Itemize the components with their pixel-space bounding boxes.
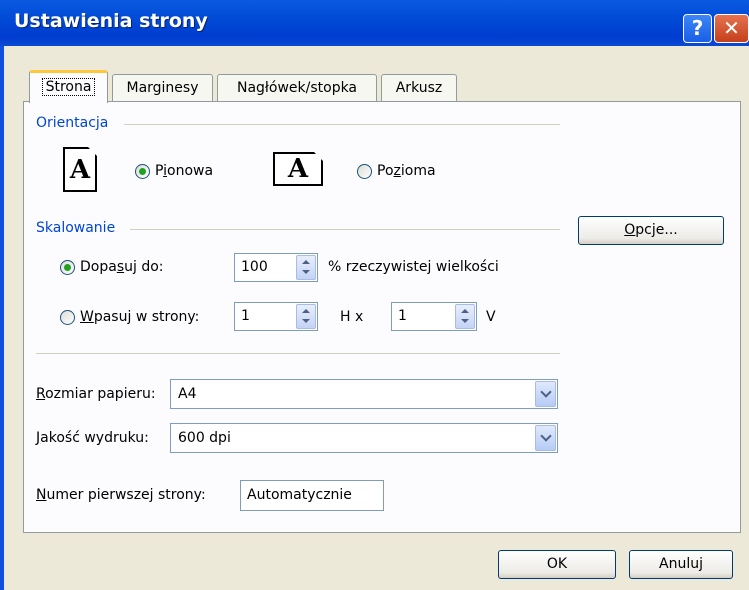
orientation-section-label: Orientacja: [36, 115, 109, 131]
pages-wide-value: 1: [241, 308, 250, 324]
portrait-page-icon: A: [63, 147, 97, 192]
pages-tall-suffix: V: [486, 309, 496, 325]
paper-size-value: A4: [178, 386, 197, 402]
fit-pages-label[interactable]: Wpasuj w strony:: [80, 309, 199, 325]
pages-wide-suffix: H x: [340, 309, 364, 325]
tab-label: Nagłówek/stopka: [236, 80, 358, 96]
spin-arrows-icon[interactable]: [296, 304, 316, 329]
paper-size-select[interactable]: A4: [170, 379, 558, 409]
pages-tall-stepper[interactable]: 1: [391, 302, 477, 331]
help-button[interactable]: ?: [683, 14, 712, 43]
landscape-page-icon: A: [273, 152, 323, 186]
print-quality-select[interactable]: 600 dpi: [170, 423, 558, 453]
close-button[interactable]: ✕: [714, 14, 749, 43]
chevron-down-icon[interactable]: [535, 425, 556, 451]
close-icon: ✕: [723, 16, 740, 40]
scaling-section-label: Skalowanie: [36, 220, 116, 236]
spin-arrows-icon[interactable]: [296, 255, 316, 280]
print-quality-value: 600 dpi: [178, 430, 231, 446]
help-icon: ?: [691, 16, 704, 40]
pages-wide-stepper[interactable]: 1: [234, 302, 318, 331]
orientation-divider: [124, 124, 560, 125]
landscape-label[interactable]: Pozioma: [377, 163, 436, 179]
tab-arkusz[interactable]: Arkusz: [381, 74, 457, 101]
tab-label: Marginesy: [126, 80, 199, 96]
fit-to-radio[interactable]: [60, 260, 75, 275]
window-frame-left: [0, 46, 4, 590]
first-page-number-label: Numer pierwszej strony:: [36, 487, 206, 503]
print-quality-label: Jakość wydruku:: [36, 430, 149, 446]
options-button[interactable]: Opcje...: [578, 216, 724, 245]
tab-marginesy[interactable]: Marginesy: [112, 74, 213, 101]
tab-strona[interactable]: Strona: [29, 70, 108, 103]
window-title: Ustawienia strony: [14, 10, 208, 32]
tab-label: Arkusz: [395, 80, 443, 96]
fit-to-label[interactable]: Dopasuj do:: [80, 259, 164, 275]
scaling-divider: [130, 229, 560, 230]
fit-pages-radio[interactable]: [60, 310, 75, 325]
fit-to-percent-value: 100: [241, 259, 268, 275]
landscape-radio[interactable]: [357, 164, 372, 179]
cancel-button[interactable]: Anuluj: [629, 550, 733, 579]
first-page-number-value: Automatycznie: [247, 487, 352, 503]
fit-to-suffix: % rzeczywistej wielkości: [328, 259, 499, 275]
section-divider: [36, 353, 560, 354]
portrait-label[interactable]: Pionowa: [155, 163, 213, 179]
tab-label: Strona: [41, 78, 96, 96]
tab-naglowek-stopka[interactable]: Nagłówek/stopka: [217, 74, 377, 101]
portrait-radio[interactable]: [135, 164, 150, 179]
fit-to-percent-stepper[interactable]: 100: [234, 253, 318, 282]
title-bar[interactable]: Ustawienia strony ? ✕: [0, 0, 749, 46]
ok-button[interactable]: OK: [498, 550, 616, 579]
pages-tall-value: 1: [398, 308, 407, 324]
spin-arrows-icon[interactable]: [455, 304, 475, 329]
paper-size-label: Rozmiar papieru:: [36, 386, 156, 402]
chevron-down-icon[interactable]: [535, 381, 556, 407]
first-page-number-field[interactable]: Automatycznie: [240, 480, 384, 511]
